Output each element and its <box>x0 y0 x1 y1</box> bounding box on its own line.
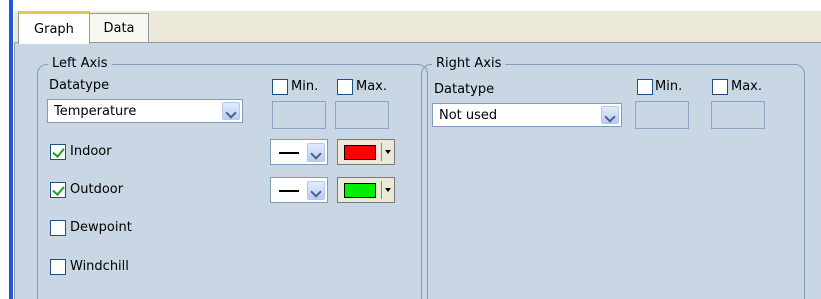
window-edge <box>0 0 14 299</box>
indoor-color-button[interactable] <box>337 139 395 165</box>
outdoor-line-style-combo[interactable] <box>270 177 328 203</box>
right-datatype-label: Datatype <box>434 82 495 97</box>
left-datatype-combo[interactable]: Temperature <box>47 99 243 123</box>
right-datatype-value: Not used <box>439 108 498 123</box>
left-max-checkbox[interactable] <box>337 79 353 95</box>
right-max-label: Max. <box>731 79 763 94</box>
left-min-label: Min. <box>291 79 319 94</box>
dewpoint-checkbox[interactable] <box>50 220 66 236</box>
chevron-down-icon[interactable] <box>307 143 325 162</box>
chevron-down-icon[interactable] <box>307 181 325 200</box>
right-datatype-combo[interactable]: Not used <box>432 103 622 127</box>
tab-graph[interactable]: Graph <box>18 11 90 44</box>
left-min-checkbox[interactable] <box>272 79 288 95</box>
right-max-input[interactable] <box>711 101 765 129</box>
right-min-label: Min. <box>655 79 683 94</box>
dropdown-arrow-icon <box>385 150 391 154</box>
right-axis-group: Right Axis <box>421 56 805 299</box>
right-min-input[interactable] <box>635 101 689 129</box>
left-axis-title: Left Axis <box>48 56 112 71</box>
left-max-input[interactable] <box>335 101 389 129</box>
line-sample-icon <box>279 152 299 154</box>
dewpoint-label: Dewpoint <box>70 220 132 235</box>
outdoor-color-button[interactable] <box>337 177 395 203</box>
tab-graph-label: Graph <box>34 22 74 37</box>
indoor-label: Indoor <box>70 144 112 159</box>
right-axis-title: Right Axis <box>432 56 506 71</box>
chevron-down-icon[interactable] <box>601 106 619 124</box>
left-min-input[interactable] <box>272 101 326 129</box>
divider <box>381 181 382 199</box>
tab-data[interactable]: Data <box>89 13 149 42</box>
tab-strip: Graph Data <box>14 11 821 44</box>
window-edge-bar <box>9 0 13 299</box>
outdoor-label: Outdoor <box>70 182 124 197</box>
right-max-checkbox[interactable] <box>712 79 728 95</box>
divider <box>381 143 382 161</box>
line-sample-icon <box>279 190 299 192</box>
right-min-checkbox[interactable] <box>637 79 653 95</box>
dropdown-arrow-icon <box>385 188 391 192</box>
windchill-label: Windchill <box>70 259 129 274</box>
indoor-checkbox[interactable] <box>50 144 66 160</box>
tab-data-label: Data <box>103 21 135 36</box>
left-datatype-value: Temperature <box>54 104 137 119</box>
color-swatch-icon <box>344 145 376 160</box>
indoor-line-style-combo[interactable] <box>270 139 328 165</box>
outdoor-checkbox[interactable] <box>50 182 66 198</box>
chevron-down-icon[interactable] <box>222 102 240 120</box>
left-datatype-label: Datatype <box>49 78 110 93</box>
color-swatch-icon <box>344 183 376 198</box>
graph-settings-panel: Left Axis Datatype Temperature Min. Max.… <box>14 43 821 299</box>
left-max-label: Max. <box>356 79 388 94</box>
windchill-checkbox[interactable] <box>50 259 66 275</box>
